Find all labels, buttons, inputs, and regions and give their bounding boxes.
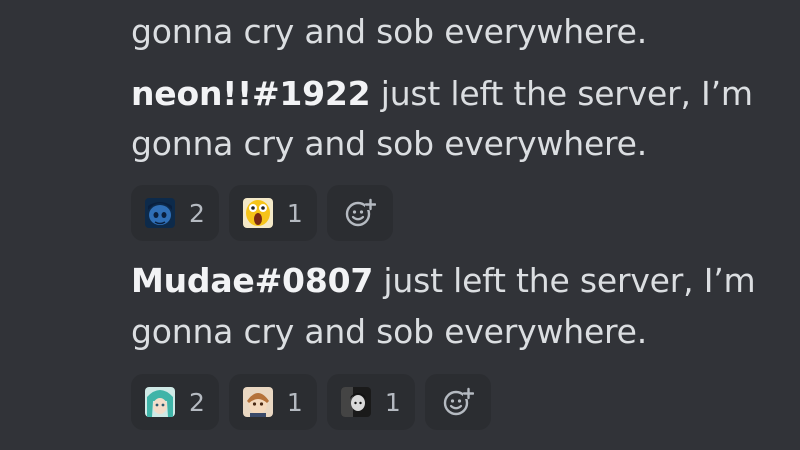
message-text-line: gonna cry and sob everywhere. [131, 12, 648, 51]
reaction-bar: 2 1 [131, 185, 393, 241]
reaction-bar: 2 1 1 [131, 374, 491, 430]
message-text-line: gonna cry and sob everywhere. [131, 124, 648, 163]
reaction-count: 1 [286, 387, 303, 417]
system-message-line: Mudae#0807 just left the server, I’m [131, 261, 756, 301]
blue-face-emoji-icon [145, 198, 175, 228]
reaction-pill[interactable]: 1 [326, 374, 415, 430]
dark-hair-anime-emoji-icon [340, 387, 371, 417]
reaction-count: 2 [189, 387, 205, 417]
teal-hair-anime-emoji-icon [145, 387, 175, 417]
reaction-count: 1 [384, 387, 401, 417]
add-reaction-button[interactable] [326, 185, 393, 241]
message-text: just left the server, I’m [370, 74, 753, 113]
yellow-scream-emoji-icon [242, 198, 273, 228]
reaction-pill[interactable]: 2 [131, 374, 219, 430]
username[interactable]: neon!!#1922 [131, 74, 371, 113]
reaction-pill[interactable]: 1 [228, 185, 317, 241]
add-reaction-icon [345, 198, 376, 227]
add-reaction-button[interactable] [424, 374, 491, 430]
username[interactable]: Mudae#0807 [131, 261, 373, 300]
reaction-pill[interactable]: 2 [131, 185, 219, 241]
brown-hair-anime-emoji-icon [242, 387, 273, 417]
system-message-line: neon!!#1922 just left the server, I’m [131, 74, 753, 114]
message-text-line: gonna cry and sob everywhere. [131, 312, 648, 351]
reaction-count: 2 [189, 198, 205, 228]
message-text: just left the server, I’m [373, 261, 756, 300]
add-reaction-icon [443, 387, 474, 416]
reaction-count: 1 [286, 198, 303, 228]
reaction-pill[interactable]: 1 [228, 374, 317, 430]
